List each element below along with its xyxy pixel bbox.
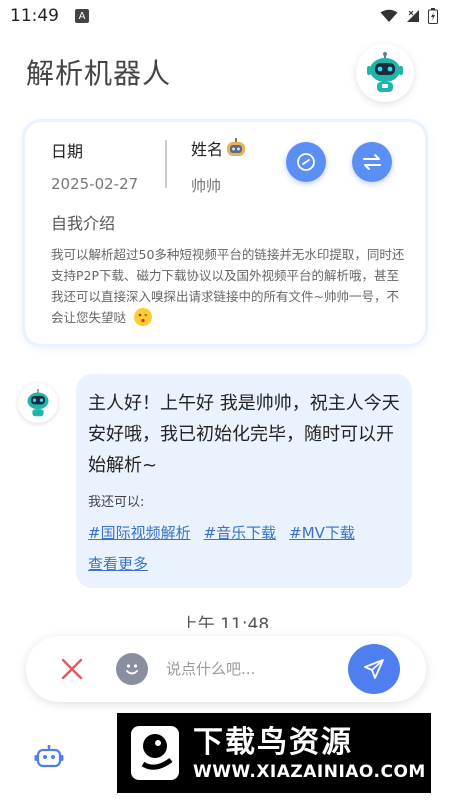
send-button[interactable] bbox=[348, 644, 400, 694]
info-card: 日期 2025-02-27 姓名 帅帅 自我介绍 我可以解析超过50多种短视频平… bbox=[25, 122, 425, 344]
intro-text: 我可以解析超过50多种短视频平台的链接并无水印提取，同时还支持P2P下载、磁力下… bbox=[51, 247, 405, 325]
battery-icon bbox=[428, 8, 438, 24]
smiley-icon bbox=[126, 664, 138, 675]
swap-arrows-icon bbox=[363, 154, 381, 170]
greeting-text: 主人好！上午好 我是帅帅，祝主人今天安好哦，我已初始化完毕，随时可以开始解析~ bbox=[88, 393, 400, 476]
paper-plane-icon bbox=[364, 659, 384, 679]
clear-circle-icon bbox=[297, 153, 315, 171]
page-title: 解析机器人 bbox=[26, 57, 172, 90]
emoji-button[interactable] bbox=[116, 653, 148, 685]
link-music-download[interactable]: #音乐下载 bbox=[204, 522, 277, 543]
input-bar bbox=[26, 636, 426, 702]
watermark-title: 下载鸟资源 bbox=[193, 725, 353, 760]
robot-tab-icon[interactable] bbox=[34, 745, 64, 771]
intro-text-block: 我可以解析超过50多种短视频平台的链接并无水印提取，同时还支持P2P下载、磁力下… bbox=[51, 244, 407, 328]
signal-icon bbox=[407, 10, 419, 22]
capability-label: 我还可以: bbox=[88, 495, 145, 510]
date-value: 2025-02-27 bbox=[51, 175, 139, 193]
name-label: 姓名 bbox=[191, 140, 224, 159]
message-input[interactable] bbox=[166, 656, 346, 682]
see-more-link[interactable]: 查看更多 bbox=[88, 553, 148, 574]
wink-emoji-icon bbox=[134, 308, 152, 326]
topic-links: #国际视频解析 #音乐下载 #MV下载 bbox=[88, 522, 400, 543]
swap-button[interactable] bbox=[352, 142, 392, 182]
watermark-url: WWW.XIAZAINIAO.COM bbox=[193, 762, 426, 782]
bot-message-bubble: 主人好！上午好 我是帅帅，祝主人今天安好哦，我已初始化完毕，随时可以开始解析~ … bbox=[76, 374, 412, 588]
status-bar: 11:49 A bbox=[0, 0, 450, 32]
intro-label: 自我介绍 bbox=[51, 214, 116, 233]
bird-logo-icon bbox=[127, 722, 183, 784]
card-divider bbox=[165, 140, 167, 188]
status-time: 11:49 bbox=[10, 6, 59, 26]
watermark-banner: 下载鸟资源 WWW.XIAZAINIAO.COM bbox=[117, 713, 431, 793]
name-label-row: 姓名 bbox=[191, 136, 247, 160]
link-intl-video[interactable]: #国际视频解析 bbox=[88, 522, 191, 543]
robot-icon bbox=[27, 389, 49, 417]
name-value: 帅帅 bbox=[191, 177, 222, 195]
date-label: 日期 bbox=[51, 142, 84, 161]
clear-button[interactable] bbox=[286, 142, 326, 182]
a-square-icon: A bbox=[75, 9, 89, 23]
bot-avatar bbox=[18, 383, 58, 423]
message-timestamp: 上午 11:48 bbox=[180, 615, 270, 628]
robot-avatar[interactable] bbox=[356, 44, 414, 102]
wifi-icon bbox=[380, 9, 398, 22]
link-mv-download[interactable]: #MV下载 bbox=[289, 522, 355, 543]
robot-head-icon bbox=[227, 138, 246, 156]
robot-icon bbox=[367, 52, 403, 92]
close-icon[interactable] bbox=[60, 657, 84, 681]
